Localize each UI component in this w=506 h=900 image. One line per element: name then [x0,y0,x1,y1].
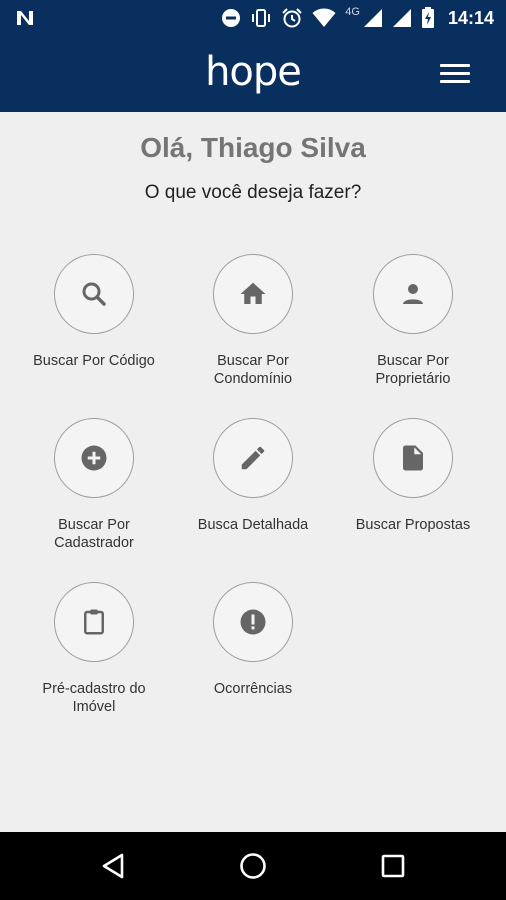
add-circle-icon [81,445,107,471]
alarm-icon [282,8,302,28]
action-circle[interactable] [213,254,293,334]
alert-icon [240,609,266,635]
person-icon [403,284,423,304]
action-label: Ocorrências [213,681,293,697]
action-buscar-por-proprietario[interactable]: Buscar Por Proprietário [338,254,488,388]
clock: 14:14 [447,7,494,28]
signal-icon-2 [392,9,411,27]
home-circle-icon[interactable] [237,850,269,882]
question-prompt: O que você deseja fazer? [144,182,362,203]
action-label: Buscar Propostas [355,517,471,533]
action-circle[interactable] [213,582,293,662]
main-content: Olá, Thiago Silva O que você deseja faze… [0,112,506,832]
n-notification-icon [17,11,33,25]
greeting: Olá, Thiago Silva [140,132,366,163]
action-circle[interactable] [373,254,453,334]
action-buscar-por-codigo[interactable]: Buscar Por Código [19,254,169,370]
vibrate-icon [252,9,271,27]
network-type: 4G [345,6,360,18]
action-label: Buscar Por Cadastrador [54,517,134,551]
action-label: Buscar Por Proprietário [375,353,451,387]
action-buscar-propostas[interactable]: Buscar Propostas [338,418,488,534]
signal-icon [363,9,382,27]
clipboard-icon [84,609,104,635]
status-icons: 4G 14:14 [221,6,494,30]
action-circle[interactable] [54,418,134,498]
search-icon [82,282,106,306]
action-circle[interactable] [373,418,453,498]
home-icon [240,282,266,304]
app-bar: hope [0,36,506,112]
action-buscar-por-condominio[interactable]: Buscar Por Condomínio [178,254,328,388]
pencil-icon [241,446,265,470]
brand-logo: hope [205,49,302,95]
action-circle[interactable] [54,254,134,334]
status-bar: 4G 14:14 [0,0,506,36]
wifi-icon [312,8,336,27]
action-ocorrencias[interactable]: Ocorrências [178,582,328,698]
recents-icon[interactable] [377,850,409,882]
action-busca-detalhada[interactable]: Busca Detalhada [178,418,328,534]
action-label: Busca Detalhada [197,517,309,533]
action-pre-cadastro-do-imovel[interactable]: Pré-cadastro do Imóvel [19,582,169,716]
action-circle[interactable] [213,418,293,498]
action-label: Pré-cadastro do Imóvel [42,681,146,715]
battery-icon [421,7,434,28]
back-icon[interactable] [98,850,130,882]
document-icon [403,445,423,471]
navigation-bar [0,832,506,900]
action-circle[interactable] [54,582,134,662]
action-buscar-por-cadastrador[interactable]: Buscar Por Cadastrador [19,418,169,552]
do-not-disturb-icon [222,9,241,27]
hamburger-menu-icon[interactable] [440,64,470,88]
action-label: Buscar Por Código [33,353,155,369]
action-label: Buscar Por Condomínio [213,353,293,387]
